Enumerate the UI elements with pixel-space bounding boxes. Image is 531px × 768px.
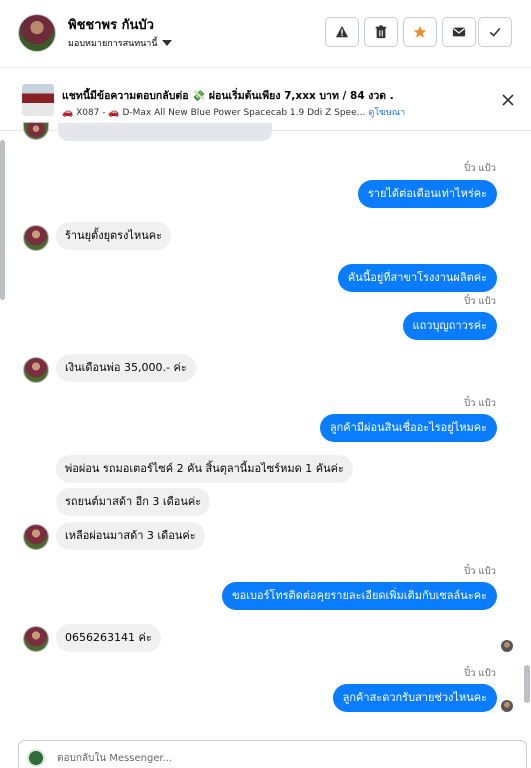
- contact-avatar[interactable]: [18, 14, 56, 52]
- reply-composer[interactable]: [18, 740, 527, 768]
- incoming-message[interactable]: เหลือผ่อนมาสด้า 3 เดือนค่ะ: [56, 522, 205, 550]
- sender-name: ปิ๋ว แป้ว: [464, 566, 496, 577]
- contact-avatar-small: [23, 225, 49, 251]
- outgoing-message[interactable]: คันนี้อยู่ที่สาขาโรงงานผลิตค่ะ: [337, 264, 497, 292]
- ad-title: แชทนี้มีข้อความตอบกลับต่อ 💸 ผ่อนเริ่มต้น…: [62, 90, 394, 102]
- contact-avatar-small: [23, 357, 49, 383]
- ad-subtitle-text: 🚗 X087 - 🚗 D-Max All New Blue Power Spac…: [62, 108, 366, 118]
- sender-name: ปิ๋ว แป้ว: [464, 668, 496, 679]
- ad-subtitle: 🚗 X087 - 🚗 D-Max All New Blue Power Spac…: [62, 105, 405, 119]
- contact-avatar-small: [23, 524, 49, 550]
- outgoing-message[interactable]: ขอเบอร์โทรติดต่อคุยรายละเอียดเพิ่มเติมกั…: [222, 582, 497, 610]
- outgoing-message[interactable]: แถวบุญถาวรค่ะ: [402, 312, 497, 340]
- page-profile-icon: [27, 749, 45, 767]
- trash-icon: [375, 25, 387, 39]
- outgoing-message[interactable]: รายได้ต่อเดือนเท่าไหร่คะ: [357, 180, 497, 208]
- read-receipt-avatar: [501, 700, 513, 712]
- outgoing-message[interactable]: ลูกค้าสะดวกรับสายช่วงไหนคะ: [332, 684, 497, 712]
- outgoing-message[interactable]: ลูกค้ามีผ่อนสินเชื่ออะไรอยู่ไหมคะ: [319, 414, 497, 442]
- right-scrollbar[interactable]: [524, 665, 530, 703]
- assign-label: มอบหมายการสนทนานี้: [68, 39, 158, 49]
- view-ad-link[interactable]: ดูโฆษณา: [369, 108, 406, 118]
- warning-icon: [335, 25, 349, 38]
- star-icon: [413, 25, 427, 38]
- clipped-message: [58, 123, 272, 141]
- ad-thumbnail[interactable]: [22, 84, 54, 116]
- incoming-message[interactable]: พ่อผ่อน รถมอเตอร์ไซค์ 2 คัน สิ้นตุลานี้ม…: [56, 455, 353, 483]
- ad-context-banner: แชทนี้มีข้อความตอบกลับต่อ 💸 ผ่อนเริ่มต้น…: [0, 69, 531, 131]
- mail-icon: [452, 27, 466, 37]
- incoming-message[interactable]: เงินเดือนพ่อ 35,000.- ค่ะ: [56, 354, 196, 382]
- caret-down-icon: [161, 40, 172, 46]
- mark-done-button[interactable]: [478, 17, 512, 47]
- assign-conversation-dropdown[interactable]: มอบหมายการสนทนานี้: [68, 36, 172, 50]
- reply-input[interactable]: [57, 750, 457, 766]
- delete-button[interactable]: [364, 17, 398, 47]
- close-icon[interactable]: [500, 92, 516, 108]
- read-receipt-avatar: [501, 640, 513, 652]
- star-button[interactable]: [403, 17, 437, 47]
- mark-unread-button[interactable]: [442, 17, 476, 47]
- contact-name[interactable]: พิชชาพร กันบัว: [68, 14, 154, 35]
- contact-avatar-small: [23, 626, 49, 652]
- sender-name: ปิ๋ว แป้ว: [464, 296, 496, 307]
- conversation-header: พิชชาพร กันบัว มอบหมายการสนทนานี้: [0, 0, 531, 68]
- check-icon: [489, 27, 501, 37]
- incoming-message[interactable]: ร้านยุตั้งยุตรงไหนคะ: [56, 222, 172, 250]
- sender-name: ปิ๋ว แป้ว: [464, 398, 496, 409]
- report-spam-button[interactable]: [325, 17, 359, 47]
- incoming-message[interactable]: 0656263141 ค่ะ: [56, 624, 161, 652]
- incoming-message[interactable]: รถยนต์มาสด้า อีก 3 เดือนค่ะ: [56, 488, 211, 516]
- sender-name: ปิ๋ว แป้ว: [464, 163, 496, 174]
